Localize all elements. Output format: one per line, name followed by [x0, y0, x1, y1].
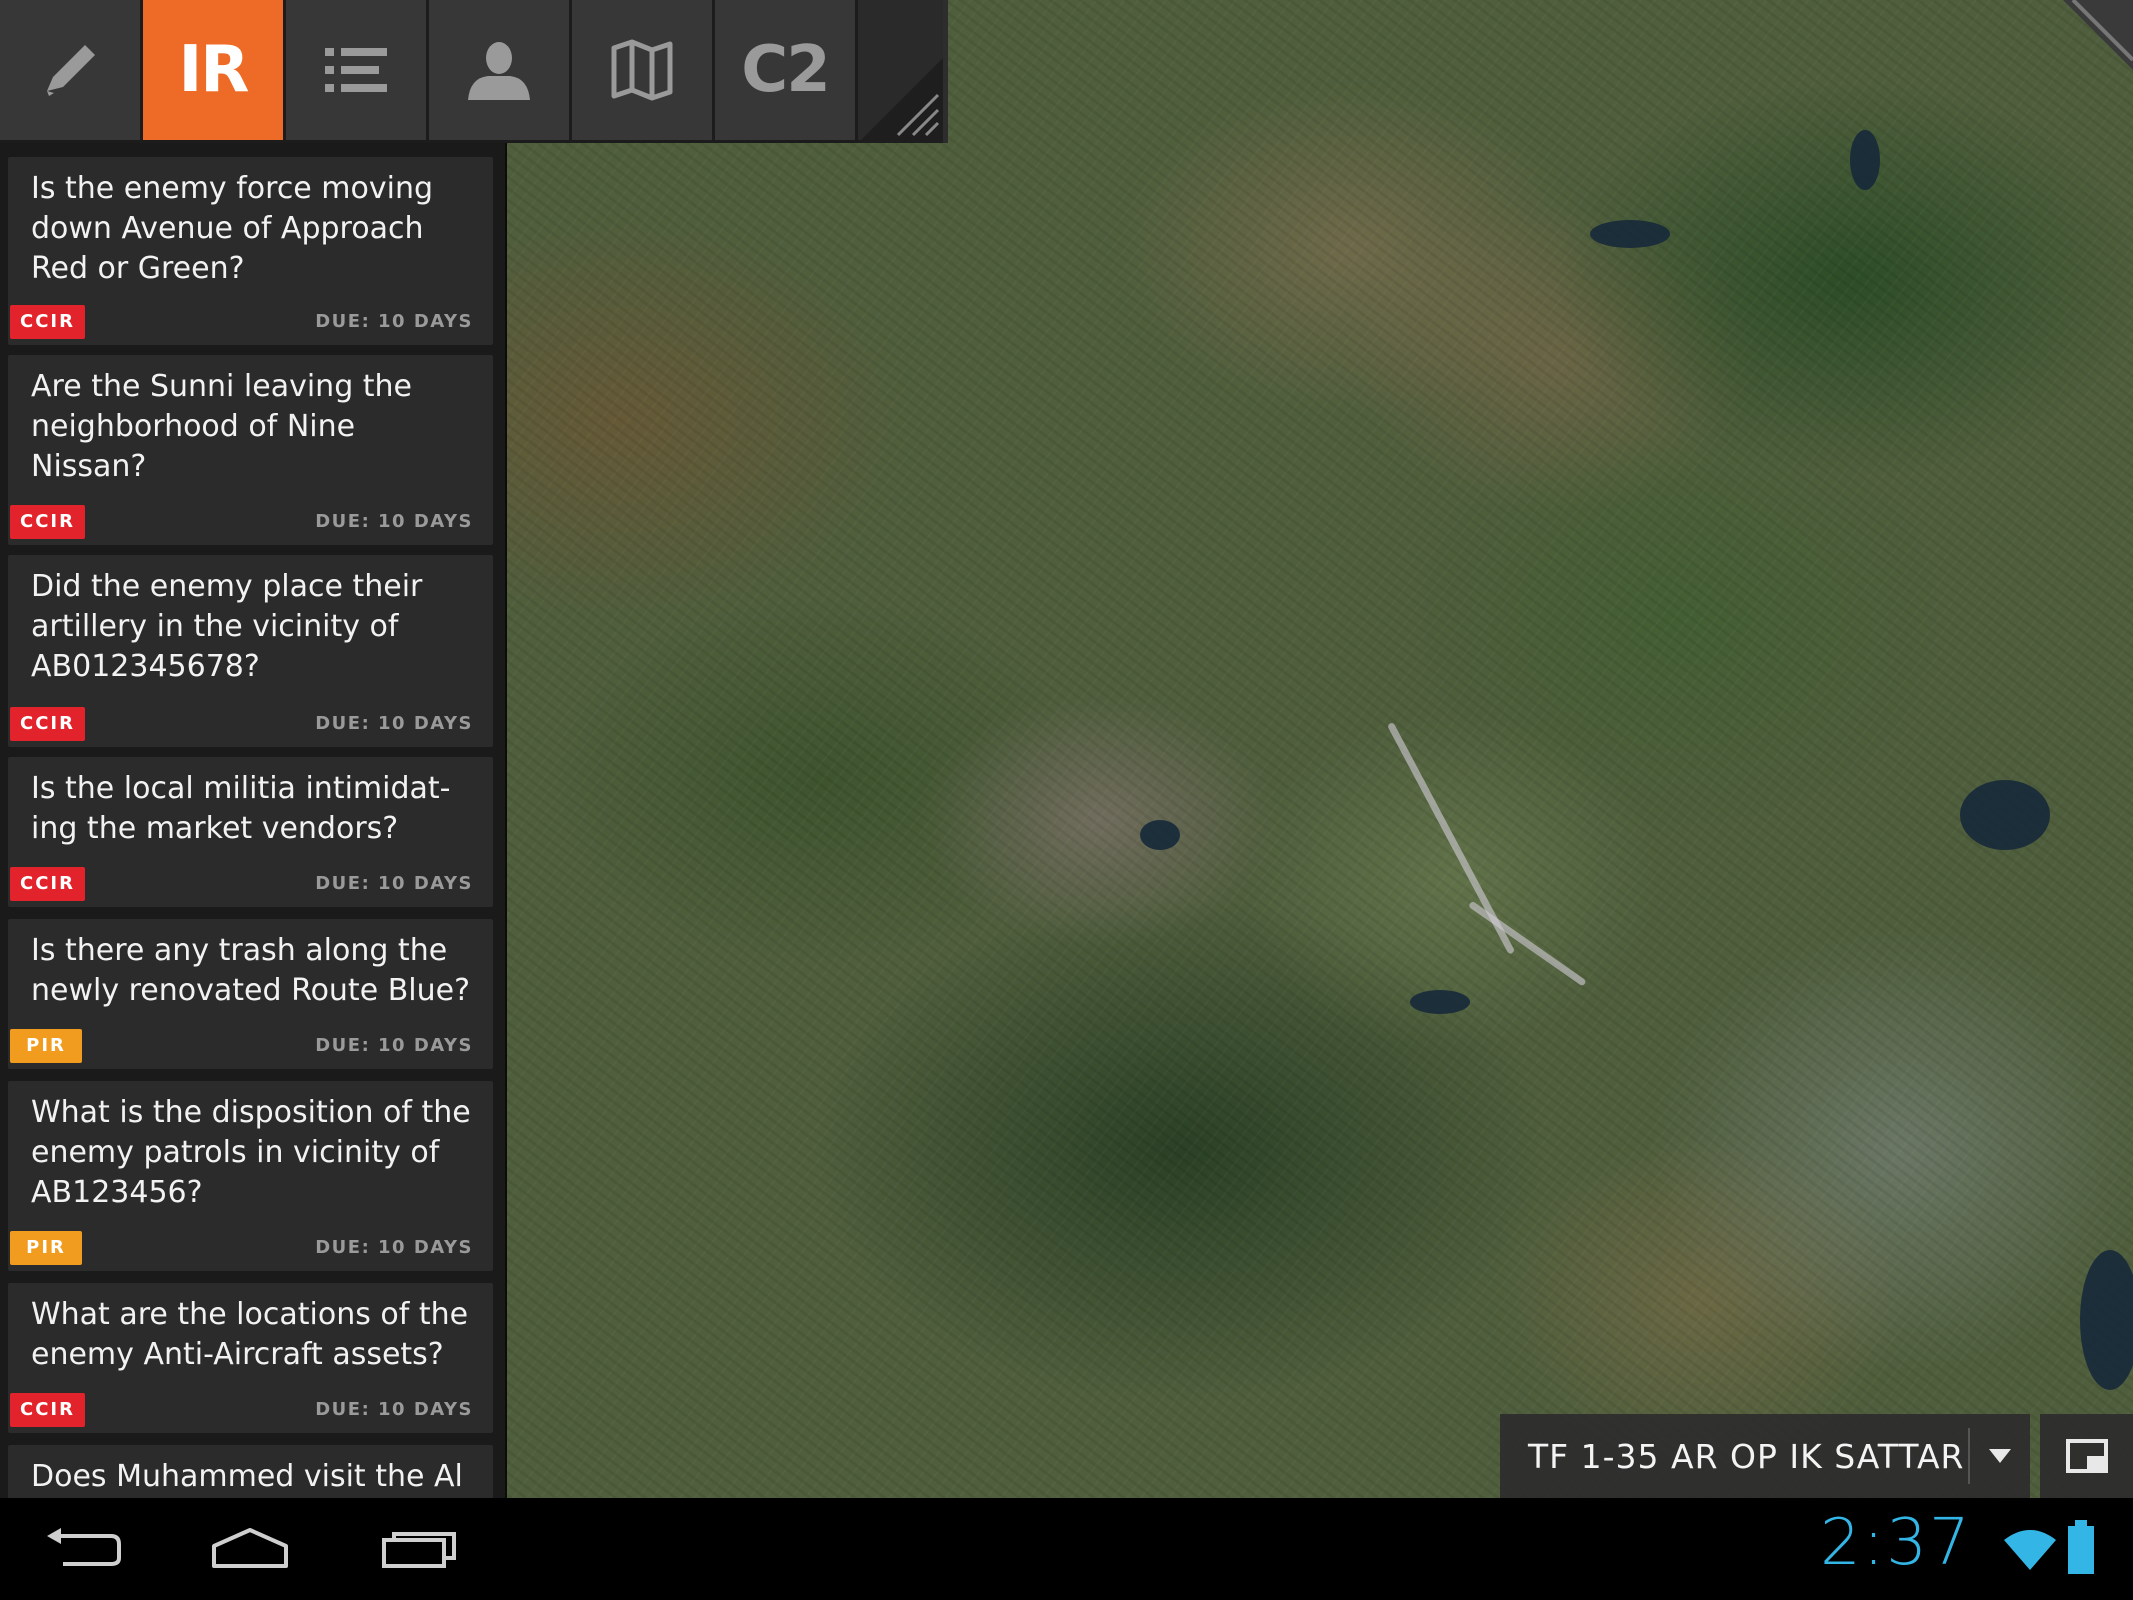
dropdown-button[interactable]: [1970, 1414, 2030, 1498]
operation-selector[interactable]: TF 1-35 AR OP IK SATTAR: [1500, 1414, 2030, 1498]
back-button[interactable]: [38, 1518, 128, 1578]
due-date: DUE: 10 DAYS: [315, 873, 473, 894]
top-tab-bar: IR C2: [0, 0, 948, 143]
map-lake: [2080, 1250, 2133, 1390]
status-clock: 2:37: [1820, 1506, 1972, 1580]
list-item[interactable]: What are the locations of the enemy Anti…: [8, 1283, 493, 1433]
recent-apps-icon: [382, 1532, 456, 1568]
requirement-question: Is there any trash along the newly renov…: [31, 933, 470, 1008]
wifi-icon: [2004, 1530, 2056, 1570]
requirement-question: What is the disposition of the enemy pat…: [31, 1095, 471, 1210]
list-item[interactable]: Is the enemy force moving down Avenue of…: [8, 157, 493, 345]
expand-map-button[interactable]: [2040, 1414, 2133, 1498]
map-lake: [1590, 220, 1670, 248]
due-date: DUE: 10 DAYS: [315, 511, 473, 532]
recent-apps-button[interactable]: [375, 1518, 465, 1578]
tab-c2-label: C2: [741, 33, 830, 107]
requirement-question: Are the Sunni leaving the neighborhood o…: [31, 369, 413, 484]
requirement-question: Does Muhammed visit the Al: [31, 1459, 463, 1494]
panel-resize-handle[interactable]: [858, 0, 943, 143]
back-icon: [47, 1528, 121, 1566]
map-corner-handle[interactable]: [2043, 0, 2133, 90]
due-date: DUE: 10 DAYS: [315, 1237, 473, 1258]
pir-badge: PIR: [10, 1231, 82, 1265]
list-item[interactable]: What is the disposition of the enemy pat…: [8, 1081, 493, 1271]
tab-list[interactable]: [286, 0, 429, 143]
tab-ir[interactable]: IR: [143, 0, 286, 143]
map-icon: [611, 39, 673, 101]
window-icon: [2065, 1439, 2108, 1473]
ccir-badge: CCIR: [10, 1393, 85, 1427]
list-item[interactable]: Are the Sunni leaving the neighborhood o…: [8, 355, 493, 545]
requirements-list: Is the enemy force moving down Avenue of…: [0, 143, 507, 1498]
due-date: DUE: 10 DAYS: [315, 311, 473, 332]
list-icon: [325, 48, 387, 92]
pencil-icon: [47, 45, 95, 96]
tab-map[interactable]: [572, 0, 715, 143]
ccir-badge: CCIR: [10, 505, 85, 539]
due-date: DUE: 10 DAYS: [315, 713, 473, 734]
map-lake: [1410, 990, 1470, 1014]
ccir-badge: CCIR: [10, 707, 85, 741]
requirement-question: Did the enemy place their artillery in t…: [31, 569, 423, 684]
ccir-badge: CCIR: [10, 867, 85, 901]
battery-icon: [2068, 1520, 2094, 1574]
person-icon: [468, 42, 530, 100]
requirement-question: Is the enemy force moving down Avenue of…: [31, 171, 434, 286]
due-date: DUE: 10 DAYS: [315, 1399, 473, 1420]
tab-ir-label: IR: [178, 33, 249, 107]
operation-label: TF 1-35 AR OP IK SATTAR: [1528, 1436, 1965, 1476]
home-icon: [212, 1528, 288, 1568]
requirement-question: What are the locations of the enemy Anti…: [31, 1297, 469, 1372]
chevron-down-icon: [1989, 1449, 2011, 1463]
resize-grip-icon: [858, 58, 943, 143]
map-lake: [1140, 820, 1180, 850]
tab-c2[interactable]: C2: [715, 0, 858, 143]
pir-badge: PIR: [10, 1029, 82, 1063]
list-item[interactable]: Is the local militia intimidat-ing the m…: [8, 757, 493, 907]
list-item[interactable]: Does Muhammed visit the Al: [8, 1445, 493, 1498]
map-lake: [1850, 130, 1880, 190]
ccir-badge: CCIR: [10, 305, 85, 339]
home-button[interactable]: [205, 1518, 295, 1578]
requirement-question: Is the local militia intimidat-ing the m…: [31, 771, 451, 846]
due-date: DUE: 10 DAYS: [315, 1035, 473, 1056]
map-lake: [1960, 780, 2050, 850]
list-item[interactable]: Is there any trash along the newly renov…: [8, 919, 493, 1069]
list-item[interactable]: Did the enemy place their artillery in t…: [8, 555, 493, 747]
tab-person[interactable]: [429, 0, 572, 143]
tab-edit[interactable]: [0, 0, 143, 143]
system-nav-bar: 2:37: [0, 1498, 2133, 1600]
